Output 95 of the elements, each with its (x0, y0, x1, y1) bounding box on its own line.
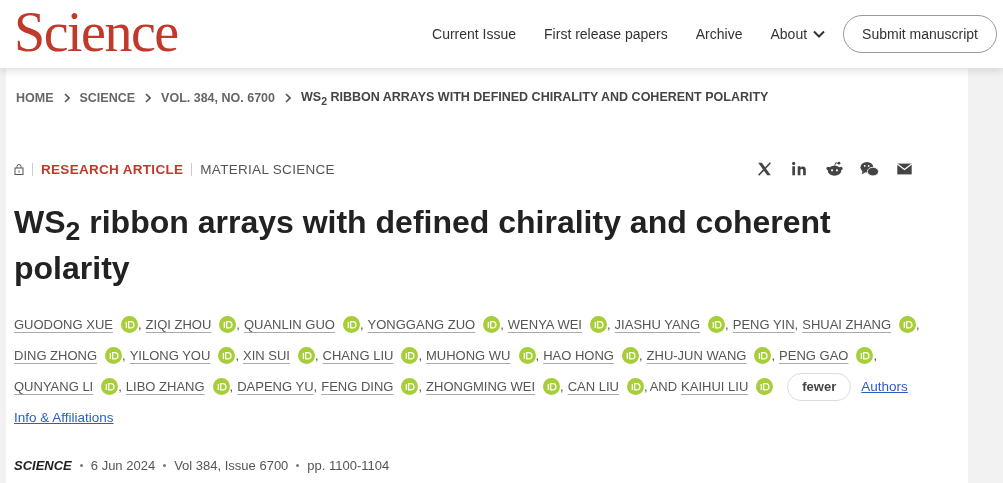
orcid-icon[interactable] (101, 378, 119, 395)
chevron-right-icon (285, 93, 292, 103)
orcid-icon[interactable] (401, 378, 419, 395)
separator-comma: , (560, 379, 564, 394)
separator-comma: , (500, 317, 504, 332)
article-title: WS$_{2}$ ribbon arrays with defined chirality and coherent polarity (14, 203, 832, 288)
orcid-icon[interactable] (212, 378, 230, 395)
chevron-right-icon (145, 93, 152, 103)
orcid-icon[interactable] (105, 347, 123, 364)
orcid-icon[interactable] (342, 316, 360, 333)
orcid-icon[interactable] (518, 347, 536, 364)
separator-comma: , (418, 379, 423, 394)
nav-dropdown[interactable]: About (770, 26, 826, 42)
author-link[interactable]: JIASHU YANG (614, 317, 701, 332)
separator-comma: , (235, 348, 239, 363)
separator-comma: , (771, 348, 776, 363)
orcid-icon[interactable] (621, 347, 639, 364)
author-link[interactable]: XIN SUI (243, 348, 290, 363)
author-link[interactable]: QUNYANG LI (14, 379, 94, 394)
separator-comma: , (535, 348, 540, 363)
author-link[interactable]: QUANLIN GUO (243, 317, 335, 332)
author-link[interactable]: ZHU-JUN WANG (646, 348, 747, 363)
author-link[interactable]: ZIQI ZHOU (145, 317, 212, 332)
separator-comma: , (916, 317, 920, 332)
separator-comma: , (607, 317, 611, 332)
chevron-right-icon (63, 93, 70, 103)
breadcrumb-link[interactable]: SCIENCE (79, 91, 136, 105)
author-conjunction: AND (649, 379, 678, 394)
separator-comma: , (137, 317, 142, 332)
page-range: pp. 1100-1104 (307, 458, 390, 473)
orcid-icon[interactable] (590, 316, 607, 333)
orcid-icon[interactable] (856, 347, 874, 364)
author-link[interactable]: FENG DING (321, 379, 394, 394)
chat-bubbles-icon[interactable] (860, 160, 879, 178)
publication-date: 6 Jun 2024 (90, 458, 156, 473)
journal-name: SCIENCE (14, 458, 72, 473)
author-link[interactable]: WENYA WEI (507, 317, 582, 332)
chevron-down-icon (813, 30, 826, 38)
orcid-icon[interactable] (627, 378, 644, 395)
breadcrumb-link[interactable]: HOME (16, 91, 54, 105)
author-link[interactable]: PENG YIN (732, 317, 795, 332)
x-icon[interactable] (755, 160, 774, 178)
article-type[interactable]: RESEARCH ARTICLE (41, 161, 184, 177)
reddit-icon[interactable] (825, 160, 844, 178)
author-link[interactable]: PENG GAO (779, 348, 849, 363)
separator-comma: , (313, 379, 318, 394)
separator-comma: , (118, 379, 122, 394)
author-link[interactable]: DAPENG YU (237, 379, 314, 394)
separator-comma: , (418, 348, 422, 363)
separator-comma: , (122, 348, 126, 363)
orcid-icon[interactable] (297, 347, 315, 364)
science-logo[interactable]: Science (14, 4, 178, 60)
nav-link[interactable]: Archive (695, 26, 743, 42)
separator-comma: , (229, 379, 234, 394)
orcid-icon[interactable] (543, 378, 561, 395)
separator-comma: , (314, 348, 319, 363)
orcid-icon[interactable] (708, 316, 726, 333)
separator-comma: , (873, 348, 878, 363)
author-link[interactable]: YONGGANG ZUO (367, 317, 476, 332)
author-link[interactable]: MUHONG WU (426, 348, 511, 363)
orcid-icon[interactable] (756, 378, 774, 395)
orcid-icon[interactable] (120, 316, 138, 333)
author-link[interactable]: SHUAI ZHANG (802, 317, 892, 332)
separator-comma: , (794, 317, 799, 332)
author-link[interactable]: CAN LIU (567, 379, 619, 394)
separator-comma: , (725, 317, 729, 332)
author-link[interactable]: KAIHUI LIU (681, 379, 749, 394)
nav-link[interactable]: Current Issue (432, 26, 517, 42)
subject-label[interactable]: MATERIAL SCIENCE (200, 161, 335, 177)
orcid-icon[interactable] (401, 347, 419, 364)
author-link[interactable]: ZHONGMING WEI (426, 379, 536, 394)
authors-link[interactable]: Authors (861, 379, 908, 394)
info-affiliations-link[interactable]: Info & Affiliations (14, 410, 114, 425)
author-link[interactable]: HAO HONG (543, 348, 614, 363)
breadcrumb-current: WS$_{2}$ RIBBON ARRAYS WITH DEFINED CHIRALITY AND COHERENT POLARITY (301, 89, 769, 107)
orcid-icon[interactable] (754, 347, 772, 364)
separator-comma: , (638, 348, 643, 363)
author-link[interactable]: DING ZHONG (14, 348, 98, 363)
nav-link[interactable]: First release papers (544, 26, 668, 42)
breadcrumb-link[interactable]: VOL. 384, NO. 6700 (161, 91, 276, 105)
orcid-icon[interactable] (218, 347, 236, 364)
linkedin-icon[interactable] (790, 160, 809, 178)
author-link[interactable]: YILONG YOU (129, 348, 211, 363)
orcid-icon[interactable] (899, 316, 917, 333)
volume-issue: Vol 384, Issue 6700 (174, 458, 289, 473)
author-link[interactable]: LIBO ZHANG (125, 379, 205, 394)
separator-comma: , (359, 317, 364, 332)
orcid-icon[interactable] (219, 316, 237, 333)
author-link[interactable]: CHANG LIU (322, 348, 394, 363)
author-link[interactable]: GUODONG XUE (14, 317, 113, 332)
orcid-icon[interactable] (483, 316, 501, 333)
separator-comma: , (236, 317, 240, 332)
submit-manuscript-button[interactable]: Submit manuscript (843, 15, 997, 53)
separator-comma: , (644, 379, 648, 394)
fewer-authors-button[interactable]: fewer (787, 372, 852, 401)
